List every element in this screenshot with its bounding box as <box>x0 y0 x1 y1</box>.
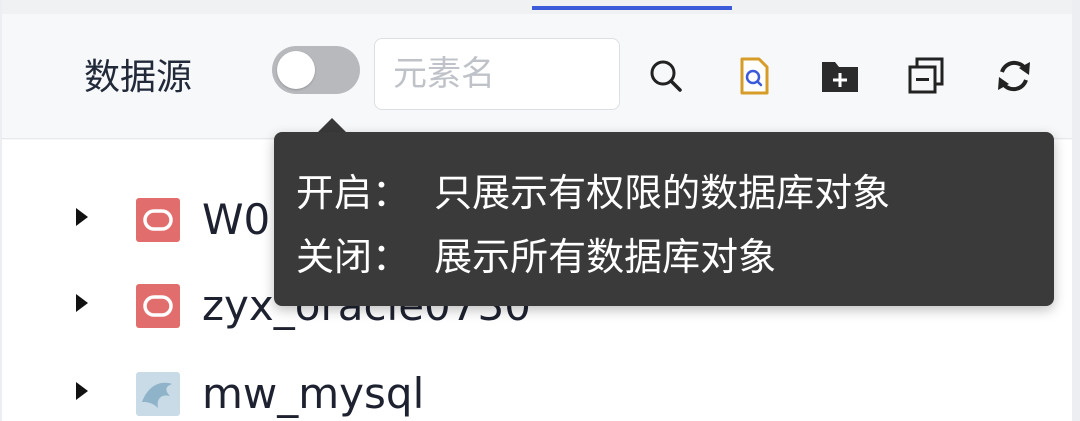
datasource-panel: 数据源 元素名 mw_mysql 开启： 只展示有权限的数据库对象 关闭： 展示… <box>2 0 1072 421</box>
element-search-input[interactable] <box>374 38 620 110</box>
toggle-knob <box>277 51 315 89</box>
oracle-icon <box>136 284 180 328</box>
expand-caret-icon[interactable] <box>76 208 88 226</box>
permission-tooltip: 开启： 只展示有权限的数据库对象 关闭： 展示所有数据库对象 <box>274 132 1054 306</box>
new-folder-icon[interactable] <box>818 54 862 98</box>
tooltip-line-off: 关闭： 展示所有数据库对象 <box>296 235 777 279</box>
expand-caret-icon[interactable] <box>76 294 88 312</box>
tree-item-label: mw_mysql <box>202 369 425 418</box>
tooltip-line-on: 开启： 只展示有权限的数据库对象 <box>296 171 891 215</box>
oracle-icon <box>136 198 180 242</box>
tree-item-mysql[interactable]: mw_mysql <box>2 362 1072 421</box>
tooltip-arrow <box>318 118 346 132</box>
collapse-all-icon[interactable] <box>904 54 948 98</box>
search-icon[interactable] <box>644 54 688 98</box>
active-tab-indicator <box>532 6 732 10</box>
locate-file-icon[interactable] <box>732 54 776 98</box>
refresh-icon[interactable] <box>992 54 1036 98</box>
expand-caret-icon[interactable] <box>76 382 88 400</box>
permission-toggle[interactable] <box>272 46 360 94</box>
toolbar: 数据源 <box>2 14 1072 139</box>
datasource-label: 数据源 <box>84 57 193 98</box>
mysql-icon <box>136 372 180 416</box>
